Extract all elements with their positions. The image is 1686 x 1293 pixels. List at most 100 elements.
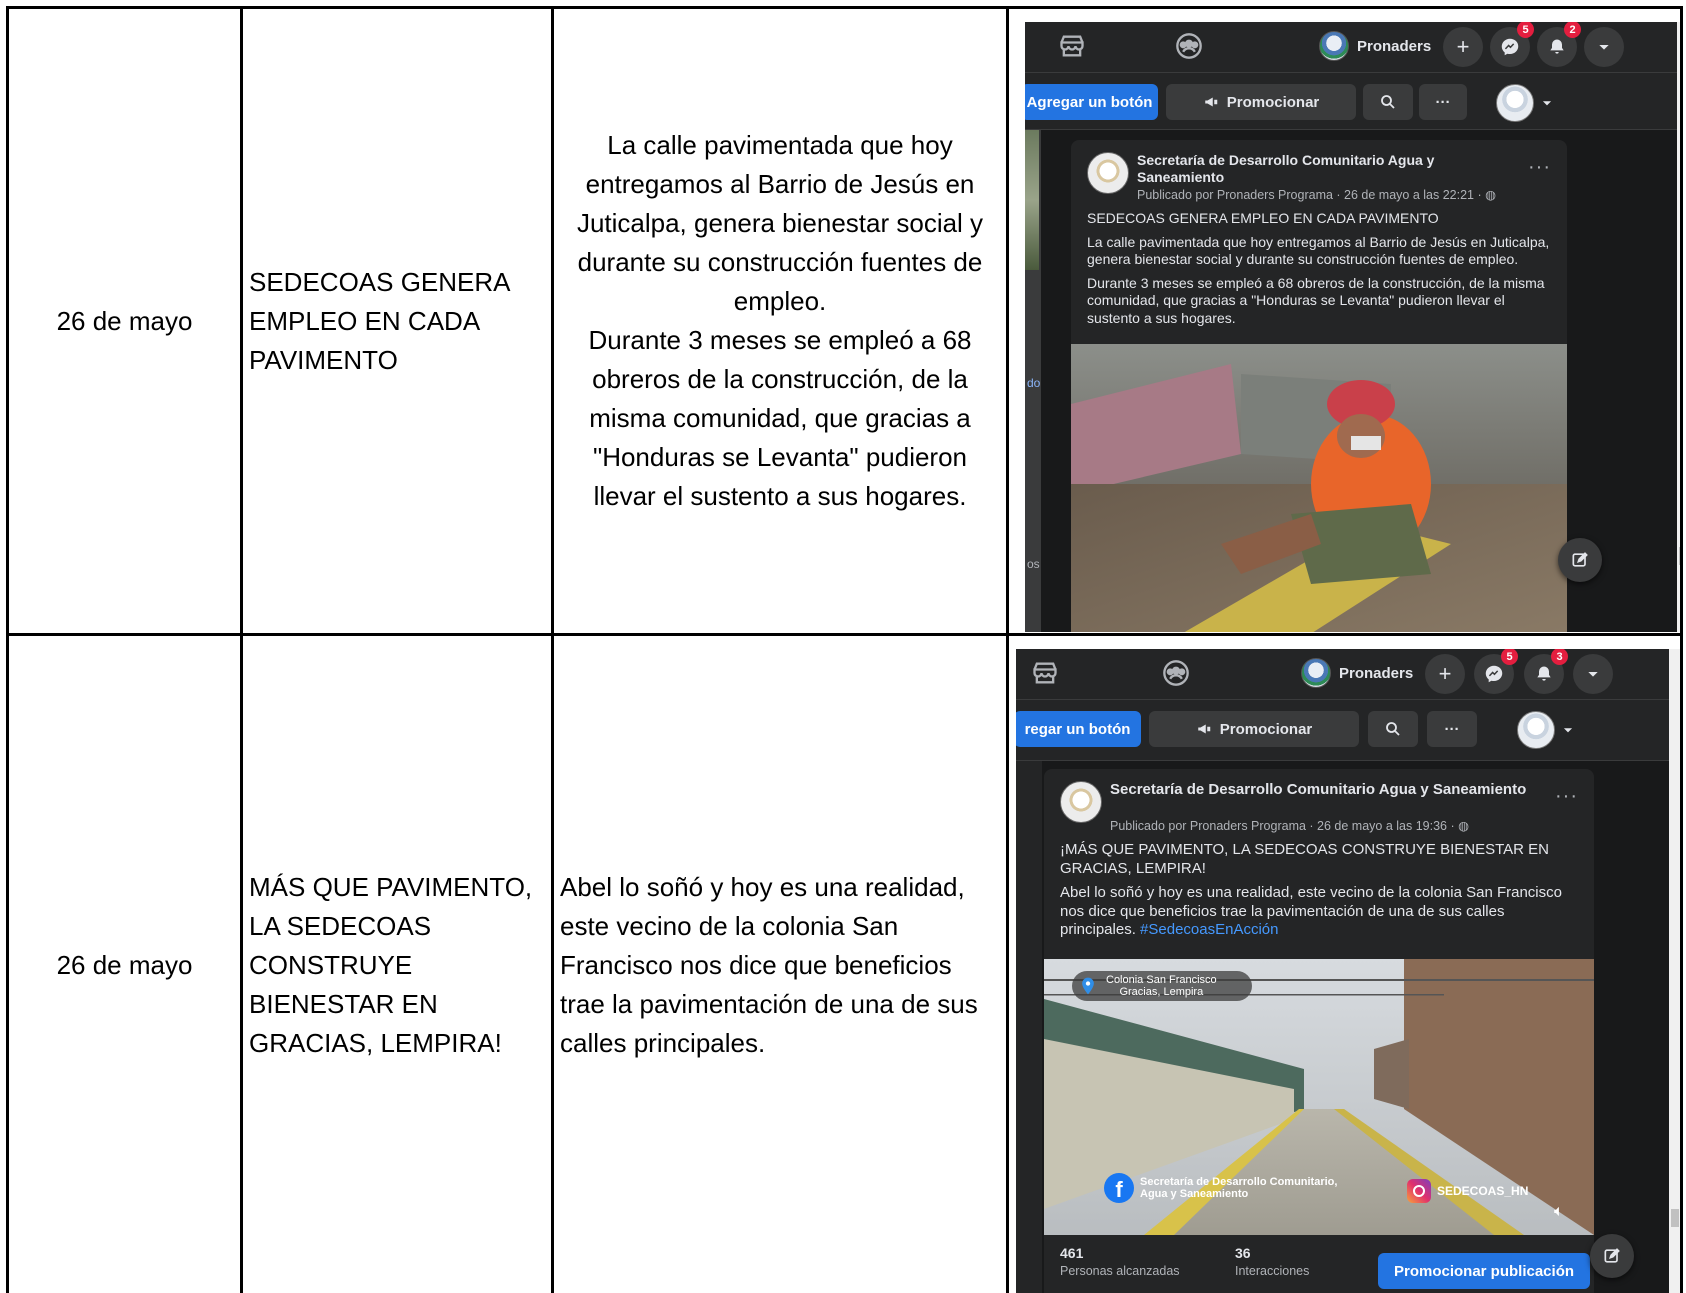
create-button[interactable]: + [1443, 27, 1483, 67]
notifications-badge: 3 [1551, 649, 1568, 665]
post-paragraph: La calle pavimentada que hoy entregamos … [1087, 233, 1550, 268]
caret-down-icon [1599, 45, 1609, 50]
reach-label: Personas alcanzadas [1060, 1264, 1180, 1278]
reach-stat: 461 Personas alcanzadas [1060, 1245, 1180, 1278]
profile-avatar [1496, 84, 1534, 122]
notifications-button[interactable]: 3 [1524, 649, 1568, 694]
compose-button[interactable] [1558, 538, 1602, 582]
more-button[interactable]: ··· [1419, 84, 1467, 120]
promote-label: Promocionar [1219, 720, 1313, 738]
left-text-fragment: os [1027, 557, 1040, 571]
groups-icon[interactable] [1175, 32, 1205, 62]
date-cell: 26 de mayo [6, 633, 243, 1293]
page-avatar [1301, 658, 1331, 688]
marketplace-icon[interactable] [1031, 659, 1061, 689]
messenger-icon [1501, 38, 1519, 56]
post-author[interactable]: Secretaría de Desarrollo Comunitario Agu… [1110, 781, 1538, 799]
promote-button[interactable]: Promocionar [1166, 84, 1356, 120]
scroll-thumb[interactable] [1671, 1209, 1679, 1227]
description-cell: Abel lo soñó y hoy es una realidad, este… [551, 633, 1009, 1293]
search-icon [1381, 95, 1395, 109]
caret-down-icon [1542, 101, 1552, 106]
account-menu-button[interactable] [1573, 654, 1613, 694]
location-line: Gracias, Lempira [1119, 986, 1204, 998]
globe-icon: ◍ [1485, 188, 1497, 202]
scrollbar[interactable] [1669, 649, 1679, 1293]
groups-icon[interactable] [1162, 659, 1192, 689]
post-paragraph: Durante 3 meses se empleó a 68 obreros d… [1087, 274, 1545, 326]
scroll-thumb[interactable] [1679, 547, 1682, 565]
reach-count: 461 [1060, 1245, 1084, 1261]
hashtag-link[interactable]: #SedecoasEnAcción [1140, 921, 1278, 938]
facebook-overlay: f Secretaría de Desarrollo Comunitario, … [1104, 1173, 1337, 1203]
facebook-post: Secretaría de Desarrollo Comunitario Agu… [1071, 140, 1567, 632]
instagram-logo-icon [1407, 1179, 1431, 1203]
mute-icon[interactable]: 🔈︎ [1554, 1203, 1564, 1221]
account-menu-button[interactable] [1584, 27, 1624, 67]
post-insights: 461 Personas alcanzadas 36 Interacciones… [1060, 1245, 1590, 1293]
page-switcher[interactable]: Pronaders [1319, 29, 1431, 63]
top-navbar: Pronaders + 5 3 [1016, 649, 1679, 699]
post-photo[interactable] [1071, 344, 1567, 632]
post-header: Secretaría de Desarrollo Comunitario Agu… [1060, 781, 1578, 833]
post-headline: ¡MÁS QUE PAVIMENTO, LA SEDECOAS CONSTRUY… [1060, 841, 1549, 877]
date-cell: 26 de mayo [6, 6, 243, 636]
left-column-fragment: do os [1025, 130, 1041, 632]
add-button-button[interactable]: regar un botón [1016, 711, 1141, 747]
promote-post-button[interactable]: Promocionar publicación [1378, 1253, 1590, 1289]
caret-down-icon [1563, 728, 1573, 733]
notifications-button[interactable]: 2 [1537, 22, 1581, 67]
profile-avatar [1517, 711, 1555, 749]
caret-down-icon [1588, 672, 1598, 677]
post-options-icon[interactable]: ··· [1555, 785, 1578, 808]
post-header: Secretaría de Desarrollo Comunitario Agu… [1087, 152, 1551, 202]
left-photo-fragment [1025, 130, 1039, 270]
page-name: Pronaders [1357, 37, 1432, 55]
messenger-badge: 5 [1517, 22, 1534, 38]
left-text-fragment: do [1027, 376, 1041, 390]
location-line: Colonia San Francisco [1106, 974, 1217, 986]
more-button[interactable]: ··· [1427, 711, 1477, 747]
search-button[interactable] [1368, 711, 1418, 747]
messenger-button[interactable]: 5 [1474, 649, 1518, 694]
promote-label: Promocionar [1226, 93, 1320, 111]
location-overlay: Colonia San Francisco Gracias, Lempira [1072, 971, 1252, 1001]
post-video[interactable]: Colonia San Francisco Gracias, Lempira f… [1044, 959, 1594, 1235]
table-row: 26 de mayo MÁS QUE PAVIMENTO, LA SEDECOA… [6, 633, 1683, 1293]
facebook-screenshot: Pronaders + 5 2 Agregar un botón Promoci… [1025, 22, 1679, 632]
notifications-badge: 2 [1564, 22, 1581, 38]
screenshot-cell: Pronaders + 5 2 Agregar un botón Promoci… [1006, 6, 1683, 636]
post-options-icon[interactable]: ··· [1528, 156, 1551, 179]
post-author[interactable]: Secretaría de Desarrollo Comunitario Agu… [1137, 152, 1511, 186]
post-meta: Publicado por Pronaders Programa · 26 de… [1137, 188, 1497, 202]
author-avatar[interactable] [1087, 152, 1129, 194]
author-avatar[interactable] [1060, 781, 1102, 823]
post-meta: Publicado por Pronaders Programa · 26 de… [1110, 819, 1470, 833]
edit-icon [1604, 1248, 1620, 1263]
report-table: 26 de mayo SEDECOAS GENERA EMPLEO EN CAD… [6, 6, 1683, 1293]
overlay-text: Agua y Saneamiento [1140, 1188, 1249, 1200]
page-switcher[interactable]: Pronaders [1301, 656, 1413, 690]
page-action-bar: Agregar un botón Promocionar ··· [1025, 72, 1679, 130]
facebook-screenshot: Pronaders + 5 3 regar un botón Promocion… [1016, 649, 1679, 1293]
post-paragraph: Abel lo soñó y hoy es una realidad, este… [1060, 884, 1562, 938]
bell-icon [1537, 666, 1551, 681]
page-name: Pronaders [1339, 664, 1414, 682]
globe-icon: ◍ [1458, 819, 1470, 833]
messenger-button[interactable]: 5 [1490, 22, 1534, 67]
edit-icon [1572, 552, 1588, 567]
table-row: 26 de mayo SEDECOAS GENERA EMPLEO EN CAD… [6, 6, 1683, 636]
create-button[interactable]: + [1425, 654, 1465, 694]
profile-switch-button[interactable] [1517, 711, 1575, 749]
screenshot-cell: Pronaders + 5 3 regar un botón Promocion… [1006, 633, 1683, 1293]
scrollbar[interactable] [1677, 22, 1682, 632]
page-action-bar: regar un botón Promocionar ··· [1016, 699, 1679, 761]
compose-button[interactable] [1590, 1234, 1634, 1278]
search-button[interactable] [1363, 84, 1413, 120]
promote-button[interactable]: Promocionar [1149, 711, 1359, 747]
megaphone-icon [1197, 724, 1210, 734]
add-button-button[interactable]: Agregar un botón [1025, 84, 1158, 120]
marketplace-icon[interactable] [1058, 32, 1088, 62]
profile-switch-button[interactable] [1496, 84, 1554, 122]
description-cell: La calle pavimentada que hoy entregamos … [551, 6, 1009, 636]
